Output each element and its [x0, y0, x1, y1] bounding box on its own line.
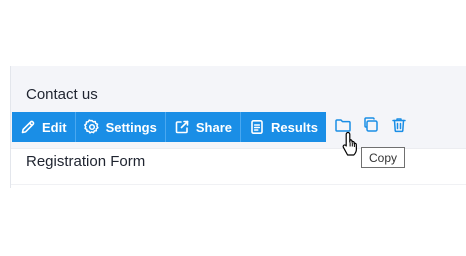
trash-icon [390, 116, 408, 139]
form-title[interactable]: Contact us [26, 86, 98, 103]
hand-cursor-icon [340, 130, 364, 158]
gear-icon [83, 119, 100, 135]
results-label: Results [271, 119, 318, 135]
forms-list: Contact us Edit Settings Share Results R… [10, 66, 466, 188]
settings-label: Settings [105, 119, 157, 135]
primary-actions: Edit Settings Share Results [12, 112, 326, 142]
edit-label: Edit [42, 119, 67, 135]
share-label: Share [195, 119, 232, 135]
copy-tooltip: Copy [361, 147, 406, 168]
form-title[interactable]: Registration Form [26, 153, 145, 170]
edit-button[interactable]: Edit [12, 112, 76, 142]
share-icon [174, 119, 190, 135]
delete-button[interactable] [385, 112, 413, 142]
settings-button[interactable]: Settings [76, 112, 166, 142]
results-button[interactable]: Results [241, 112, 326, 142]
form-row-contact-us[interactable]: Contact us Edit Settings Share Results [11, 66, 466, 148]
copy-icon [362, 116, 380, 139]
results-icon [249, 119, 265, 135]
canvas: Contact us Edit Settings Share Results R… [0, 0, 466, 256]
pencil-icon [20, 119, 36, 135]
share-button[interactable]: Share [166, 112, 241, 142]
row-divider [11, 184, 466, 185]
